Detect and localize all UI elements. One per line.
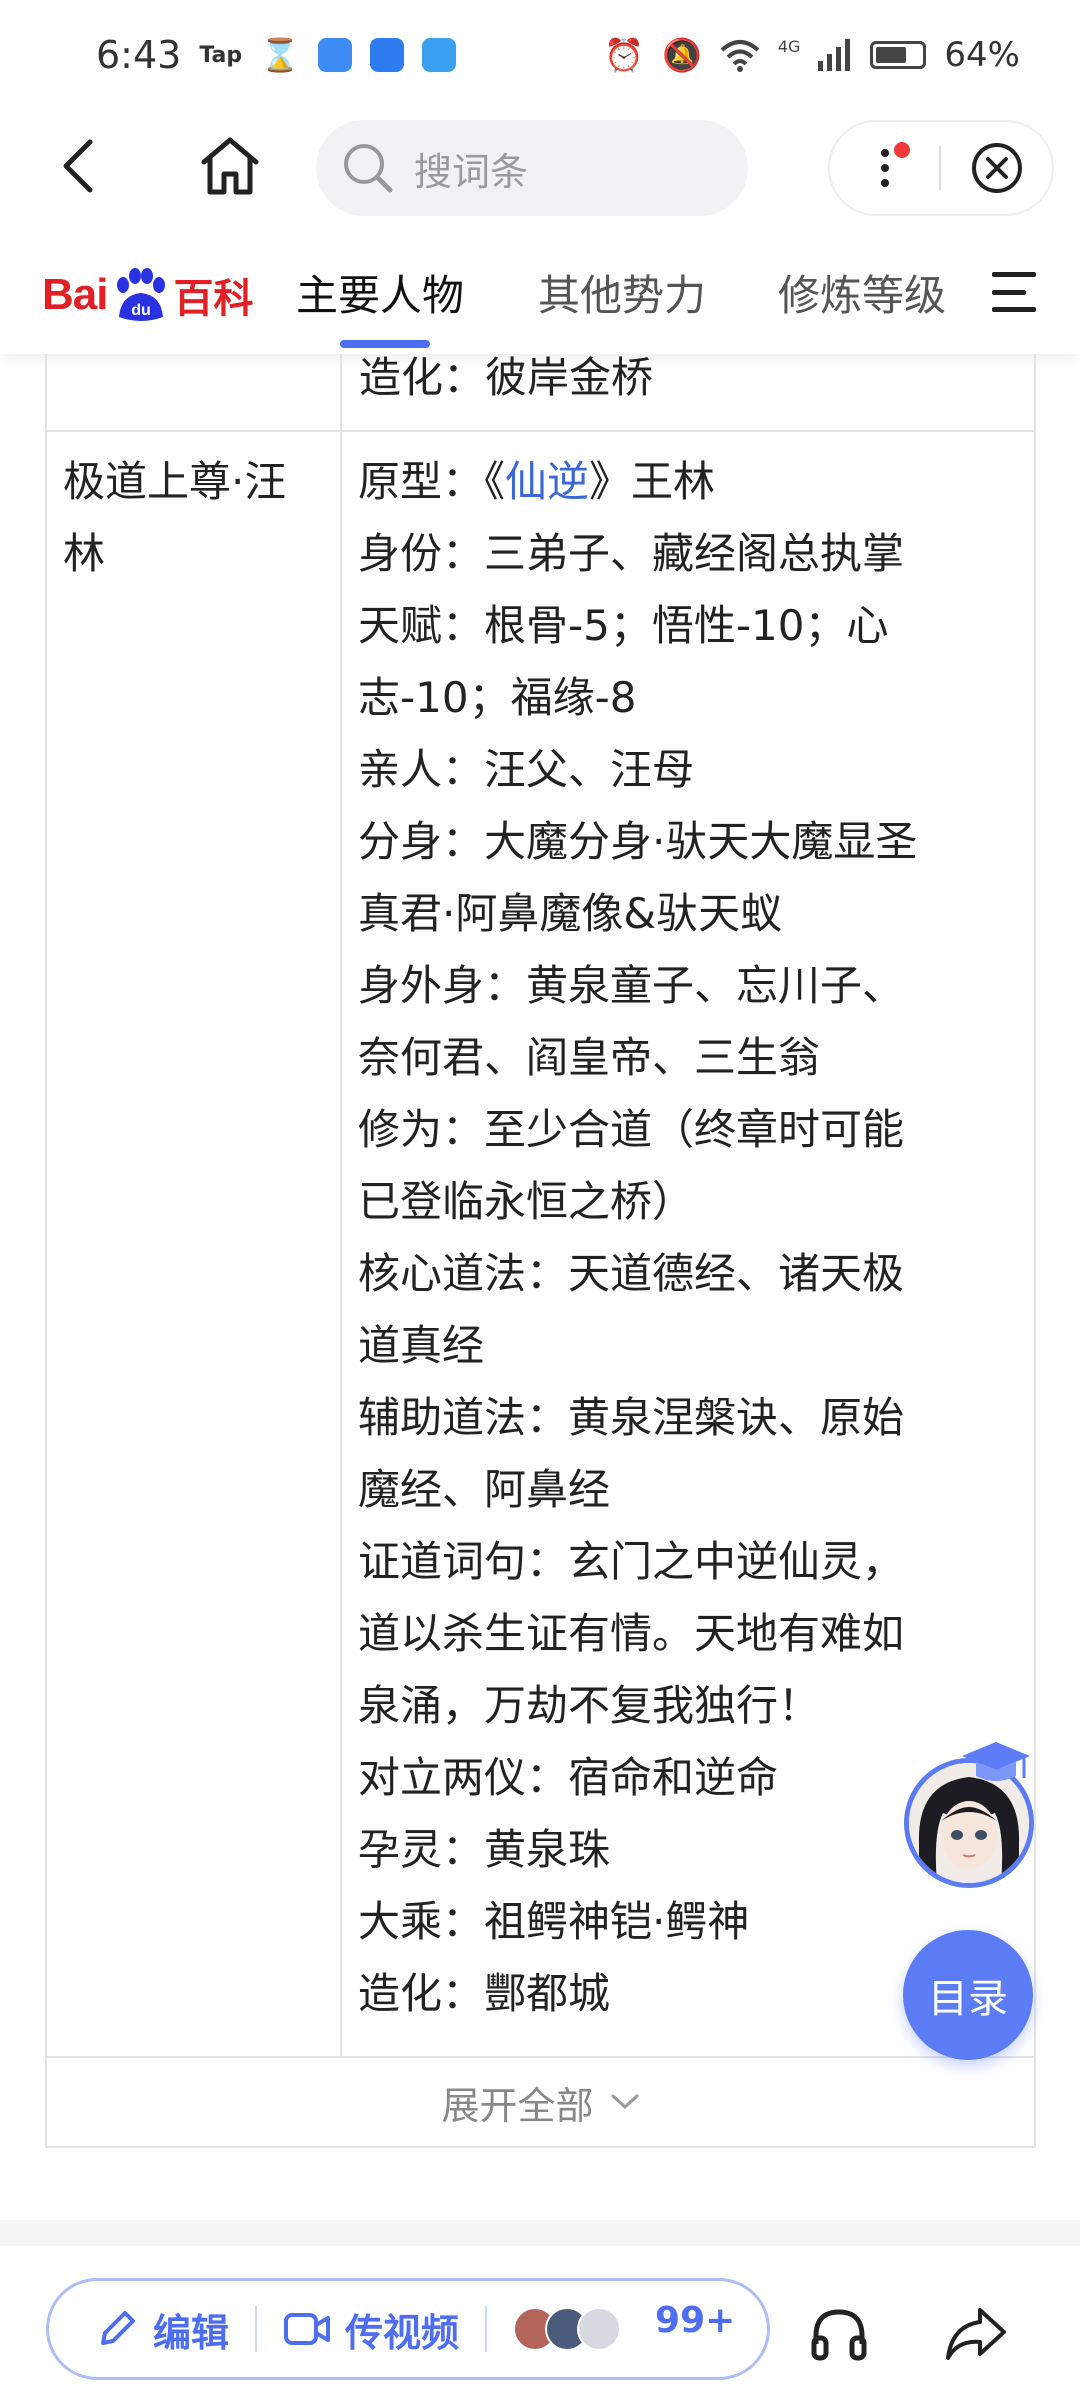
partial-row-text: 造化：彼岸金桥 (359, 354, 654, 402)
prototype-suffix: 》王林 (589, 457, 716, 506)
contributors-button[interactable]: 99+ (513, 2300, 735, 2351)
contributor-avatars (513, 2307, 622, 2351)
tab-main-characters[interactable]: 主要人物 (296, 262, 464, 323)
character-name: 极道上尊·汪林 (47, 432, 342, 2056)
description-line: 身外身：黄泉童子、忘川子、 (358, 961, 905, 1010)
signal-icon (818, 39, 851, 71)
contributors-count: 99+ (655, 2299, 736, 2341)
table-row-partial: 造化：彼岸金桥 (47, 354, 1034, 432)
description-line: 奈何君、阎皇帝、三生翁 (358, 1033, 821, 1082)
hourglass-icon: ⌛ (260, 36, 300, 74)
battery-icon (870, 41, 927, 69)
bottom-action-bar: 编辑 传视频 99+ (0, 2246, 1080, 2400)
description-line: 分身：大魔分身·驮天大魔显圣 (358, 817, 918, 866)
action-divider (255, 2306, 258, 2352)
description-line: 真君·阿鼻魔像&驮天蚁 (358, 889, 783, 938)
section-separator (0, 2220, 1080, 2246)
hamburger-menu-icon[interactable] (992, 272, 1036, 312)
tab-other-forces[interactable]: 其他势力 (538, 262, 706, 323)
battery-percent: 64% (944, 35, 1020, 75)
character-table: 造化：彼岸金桥 极道上尊·汪林 原型：《仙逆》王林 身份：三弟子、藏经阁总执掌 … (45, 354, 1036, 2148)
weather-app-icon (369, 38, 404, 72)
capsule-menu (828, 120, 1054, 216)
tab-cultivation-levels[interactable]: 修炼等级 (778, 262, 946, 323)
prototype-prefix: 原型：《 (358, 457, 506, 506)
graduation-cap-icon (962, 1742, 1030, 1781)
table-row: 极道上尊·汪林 原型：《仙逆》王林 身份：三弟子、藏经阁总执掌 天赋：根骨-5；… (47, 432, 1034, 2058)
share-arrow-icon[interactable] (944, 2304, 1008, 2362)
alarm-icon: ⏰ (604, 36, 644, 74)
status-bar: 6:43 Tap ⌛ ⏰ 🔕 4G 64% (0, 0, 1080, 110)
baike-tab-bar: Bai du 百科 主要人物 其他势力 修炼等级 (0, 232, 1080, 354)
table-of-contents-button[interactable]: 目录 (903, 1930, 1033, 2060)
mute-icon: 🔕 (662, 36, 702, 74)
search-placeholder: 搜词条 (414, 149, 529, 194)
notification-dot (894, 142, 910, 158)
baidu-baike-logo[interactable]: Bai du 百科 (42, 260, 253, 330)
chevron-down-icon (611, 2094, 638, 2110)
toc-label: 目录 (928, 1976, 1008, 2022)
description-line: 泉涌，万劫不复我独行！ (358, 1681, 821, 1730)
logo-bai-text: Bai (42, 270, 108, 319)
description-line: 大乘：祖鳄神铠·鳄神 (358, 1897, 750, 1946)
logo-du-text: du (132, 302, 152, 319)
description-line: 身份：三弟子、藏经阁总执掌 (358, 529, 905, 578)
description-line: 辅助道法：黄泉涅槃诀、原始 (358, 1393, 905, 1442)
description-line: 天赋：根骨-5；悟性-10；心 (358, 601, 889, 650)
close-button[interactable] (941, 120, 1052, 216)
back-arrow-icon[interactable] (50, 136, 110, 196)
contributor-avatar (577, 2307, 622, 2351)
video-camera-icon (284, 2313, 331, 2345)
wifi-icon (720, 40, 760, 72)
action-divider (485, 2306, 488, 2352)
upload-video-button[interactable]: 传视频 (283, 2302, 459, 2357)
description-line: 道以杀生证有情。天地有难如 (358, 1609, 905, 1658)
headphones-icon[interactable] (808, 2304, 870, 2366)
description-line: 证道词句：玄门之中逆仙灵， (358, 1537, 905, 1586)
video-label: 传视频 (345, 2310, 460, 2355)
top-navigation: 搜词条 (0, 110, 1080, 230)
edit-label: 编辑 (153, 2310, 230, 2355)
pencil-icon (101, 2311, 135, 2345)
description-line: 道真经 (358, 1321, 485, 1370)
network-type: 4G (777, 36, 801, 56)
edit-button[interactable]: 编辑 (95, 2302, 229, 2357)
tap-app-icon: Tap (199, 42, 243, 68)
more-button[interactable] (830, 120, 939, 216)
description-line: 已登临永恒之桥） (358, 1177, 695, 1226)
search-input[interactable]: 搜词条 (316, 120, 748, 216)
close-circle-icon (971, 143, 1022, 193)
baidu-paw-icon: du (117, 268, 166, 321)
description-line: 魔经、阿鼻经 (358, 1465, 611, 1514)
active-tab-indicator (340, 340, 430, 348)
home-icon[interactable] (196, 132, 264, 200)
description-line: 核心道法：天道德经、诸天极 (358, 1249, 905, 1298)
description-line: 修为：至少合道（终章时可能 (358, 1105, 905, 1154)
search-icon (344, 144, 393, 193)
table-cell-empty (47, 354, 342, 430)
expand-all-label: 展开全部 (441, 2083, 594, 2128)
cloud-app-icon (317, 38, 352, 72)
action-pill: 编辑 传视频 99+ (46, 2278, 770, 2380)
more-dots-icon (880, 149, 889, 187)
description-line: 志-10；福缘-8 (358, 673, 637, 722)
description-line: 亲人：汪父、汪母 (358, 745, 695, 794)
prototype-line: 原型：《仙逆》王林 (358, 446, 1020, 518)
expand-all-button[interactable]: 展开全部 (47, 2058, 1034, 2148)
xianni-link[interactable]: 仙逆 (505, 457, 589, 506)
logo-baike-text: 百科 (173, 276, 254, 322)
status-time: 6:43 (96, 33, 182, 77)
search-app-icon (421, 38, 456, 72)
